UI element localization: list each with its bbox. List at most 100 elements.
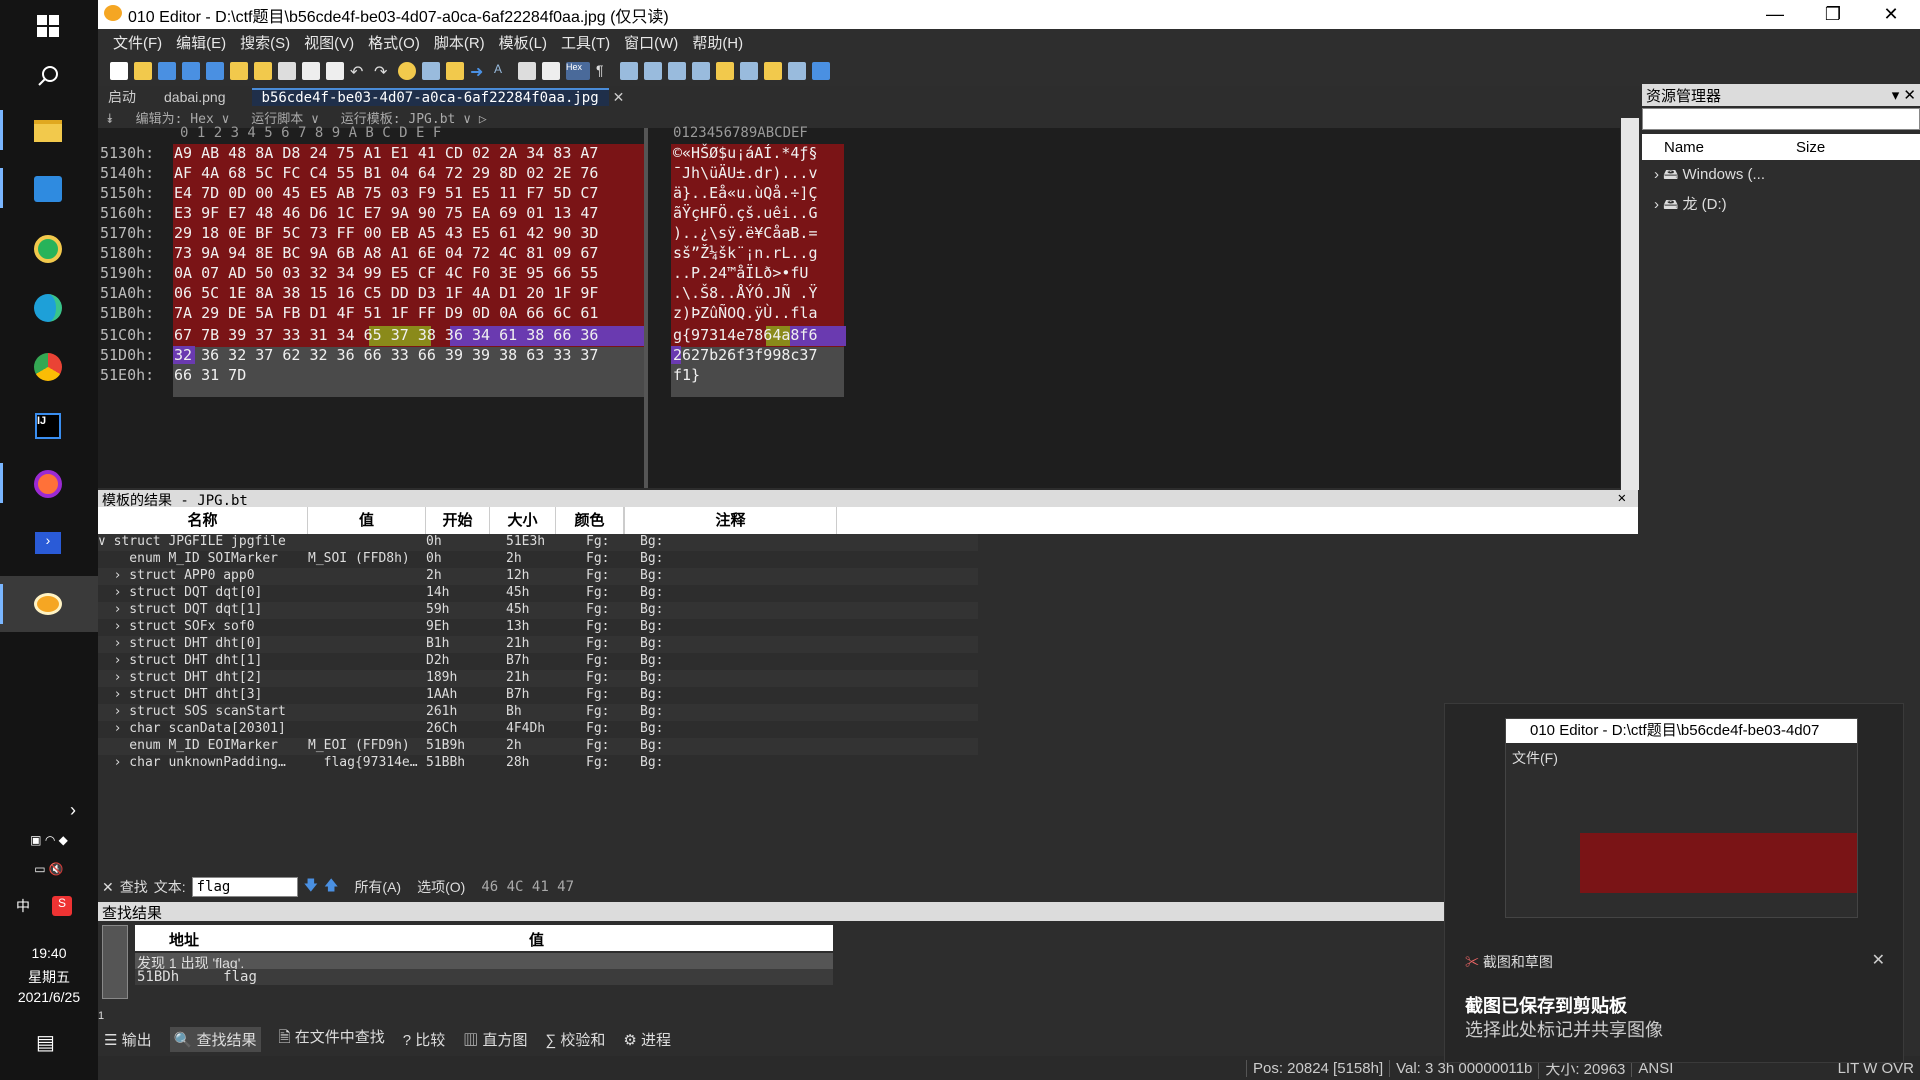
ruler-icon[interactable] xyxy=(644,62,662,80)
font-icon[interactable]: A xyxy=(494,62,512,80)
pilcrow-icon[interactable]: ¶ xyxy=(596,62,614,80)
edge-icon[interactable] xyxy=(27,287,69,329)
sogou-icon[interactable]: S xyxy=(52,896,72,916)
notification-thumbnail[interactable]: 010 Editor - D:\ctf题目\b56cde4f-be03-4d07… xyxy=(1505,718,1858,918)
col-start[interactable]: 开始 xyxy=(426,507,490,534)
template-row[interactable]: › struct SOS scanStart 261h Bh Fg: Bg: xyxy=(98,704,978,721)
find-input[interactable] xyxy=(191,877,298,897)
firefox-icon[interactable] xyxy=(27,463,69,505)
template-row[interactable]: › struct DQT dqt[1] 59h 45h Fg: Bg: xyxy=(98,602,978,619)
tree-item-windows[interactable]: › 🖴 Windows (... xyxy=(1654,164,1920,189)
powershell-icon[interactable]: › xyxy=(27,522,69,564)
close-icon[interactable]: ▾ ✕ xyxy=(1892,86,1916,104)
new-file-icon[interactable] xyxy=(110,62,128,80)
photos-icon[interactable] xyxy=(27,168,69,210)
find-prev-icon[interactable]: 🡅 xyxy=(324,875,338,899)
search-icon[interactable] xyxy=(27,55,69,97)
find-in-files-icon[interactable] xyxy=(446,62,464,80)
find-options-button[interactable]: 选项(O) xyxy=(417,877,465,897)
replace-icon[interactable] xyxy=(422,62,440,80)
col-name[interactable]: Name xyxy=(1664,139,1796,156)
template-row[interactable]: enum M_ID EOIMarker M_EOI (FFD9h) 51B9h 2h F… xyxy=(98,738,978,755)
menu-file[interactable]: 文件(F) xyxy=(106,32,169,53)
find-close-icon[interactable]: ✕ xyxy=(102,879,114,896)
tab-checksum[interactable]: ∑ 校验和 xyxy=(545,1029,605,1050)
notification-center-icon[interactable]: ▤ xyxy=(36,1030,55,1055)
tab-process[interactable]: ⚙ 进程 xyxy=(623,1029,671,1050)
calculator-icon[interactable] xyxy=(668,62,686,80)
col-color[interactable]: 颜色 xyxy=(556,507,624,534)
chevron-right-icon[interactable]: › xyxy=(70,800,76,821)
notification-close-icon[interactable]: ✕ xyxy=(1872,950,1885,970)
redo-icon[interactable]: ↷ xyxy=(374,62,392,81)
save-all-icon[interactable] xyxy=(206,62,224,80)
col-address[interactable]: 地址 xyxy=(169,929,199,950)
template-row[interactable]: › struct DHT dht[2] 189h 21h Fg: Bg: xyxy=(98,670,978,687)
col-value[interactable]: 值 xyxy=(529,929,544,950)
tab-jpg[interactable]: b56cde4f-be03-4d07-a0ca-6af22284f0aa.jpg xyxy=(251,88,609,106)
cut-icon[interactable] xyxy=(278,62,296,80)
columns-icon[interactable] xyxy=(542,62,560,80)
clock-time[interactable]: 19:40 xyxy=(0,945,98,961)
template-row[interactable]: enum M_ID SOIMarker M_SOI (FFD8h) 0h 2h Fg: B… xyxy=(98,551,978,568)
hex-scrollbar[interactable] xyxy=(1621,118,1639,490)
menu-help[interactable]: 帮助(H) xyxy=(685,32,750,53)
jetbrains-icon[interactable]: IJ xyxy=(27,405,69,447)
col-comment[interactable]: 注释 xyxy=(625,507,837,534)
hex-mode-icon[interactable]: Hex xyxy=(566,62,590,80)
menu-view[interactable]: 视图(V) xyxy=(297,32,361,53)
template-row[interactable]: › struct DHT dht[0] B1h 21h Fg: Bg: xyxy=(98,636,978,653)
tab-dabai[interactable]: dabai.png xyxy=(154,89,236,105)
copy-icon[interactable] xyxy=(302,62,320,80)
tab-histogram[interactable]: ▥ 直方图 xyxy=(463,1029,527,1050)
template-row[interactable]: › struct DQT dqt[0] 14h 45h Fg: Bg: xyxy=(98,585,978,602)
col-name[interactable]: 名称 xyxy=(98,507,308,534)
menu-format[interactable]: 格式(O) xyxy=(361,32,427,53)
save-as-icon[interactable] xyxy=(182,62,200,80)
ime-indicator[interactable]: 中 xyxy=(16,896,30,916)
template-row[interactable]: › struct APP0 app0 2h 12h Fg: Bg: xyxy=(98,568,978,585)
minimize-button[interactable]: — xyxy=(1746,4,1804,25)
find-next-icon[interactable]: 🡇 xyxy=(304,875,318,899)
menu-edit[interactable]: 编辑(E) xyxy=(169,32,233,53)
paste-icon[interactable] xyxy=(326,62,344,80)
template-row[interactable]: › char scanData[20301] 26Ch 4F4Dh Fg: Bg: xyxy=(98,721,978,738)
close-button[interactable]: ✕ xyxy=(1862,4,1920,25)
col-size[interactable]: Size xyxy=(1796,139,1825,156)
menu-template[interactable]: 模板(L) xyxy=(492,32,554,53)
tab-output[interactable]: ☰ 输出 xyxy=(104,1029,152,1050)
template-row[interactable]: › struct SOFx sof0 9Eh 13h Fg: Bg: xyxy=(98,619,978,636)
010-editor-taskbar-icon[interactable] xyxy=(27,583,69,625)
tab-find-results[interactable]: 🔍 查找结果 xyxy=(169,1026,261,1052)
template-row[interactable]: ∨ struct JPGFILE jpgfile 0h 51E3h Fg: Bg: xyxy=(98,534,978,551)
snipping-notification[interactable]: 010 Editor - D:\ctf题目\b56cde4f-be03-4d07… xyxy=(1444,703,1904,1063)
menu-search[interactable]: 搜索(S) xyxy=(233,32,297,53)
collapse-icon[interactable]: ⯯ xyxy=(106,112,122,127)
menu-script[interactable]: 脚本(R) xyxy=(427,32,492,53)
find-result-row[interactable]: 51BDh flag xyxy=(135,969,833,985)
tab-find-in-files[interactable]: 🗎 在文件中查找 xyxy=(279,1026,385,1052)
tab-compare[interactable]: ? 比较 xyxy=(403,1029,446,1050)
tab-startup[interactable]: 启动 xyxy=(98,87,146,107)
file-explorer-icon[interactable] xyxy=(27,110,69,152)
save-icon[interactable] xyxy=(158,62,176,80)
col-size[interactable]: 大小 xyxy=(490,507,556,534)
open-file-icon[interactable] xyxy=(134,62,152,80)
col-value[interactable]: 值 xyxy=(308,507,426,534)
template-row[interactable]: › struct DHT dht[1] D2h B7h Fg: Bg: xyxy=(98,653,978,670)
chrome-icon[interactable] xyxy=(27,346,69,388)
menu-tools[interactable]: 工具(T) xyxy=(554,32,617,53)
hex-view[interactable]: 0 1 2 3 4 5 6 7 8 9 A B C D E F 01234567… xyxy=(98,125,1620,488)
resource-dropdown[interactable] xyxy=(1642,108,1920,130)
app-green-icon[interactable] xyxy=(27,228,69,270)
process-icon[interactable] xyxy=(812,62,830,80)
battery-volume-icon[interactable]: ▭ 🔇 xyxy=(6,862,92,876)
checksum-icon[interactable] xyxy=(788,62,806,80)
windows-start-icon[interactable] xyxy=(27,5,69,47)
find-icon[interactable] xyxy=(398,62,416,80)
highlight-icon[interactable] xyxy=(518,62,536,80)
tray-icons[interactable]: ▣ ◠ ◆ xyxy=(6,833,92,847)
percent-icon[interactable] xyxy=(740,62,758,80)
maximize-button[interactable]: ❐ xyxy=(1804,4,1862,25)
tab-close-icon[interactable]: ✕ xyxy=(613,89,625,106)
